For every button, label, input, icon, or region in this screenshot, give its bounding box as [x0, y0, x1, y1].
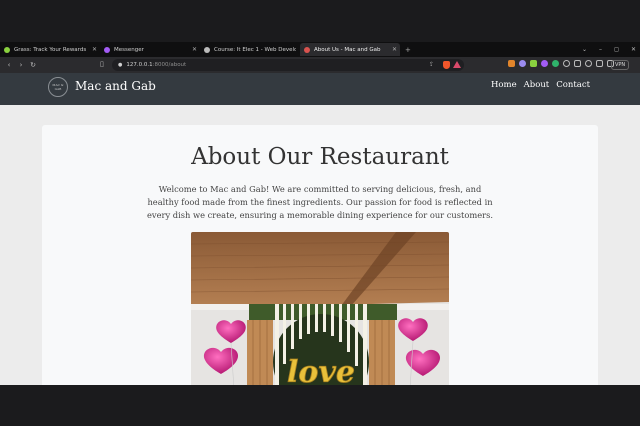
vpn-button[interactable]: VPN	[611, 60, 630, 70]
new-tab-button[interactable]: +	[405, 46, 411, 54]
address-bar[interactable]: ● 127.0.0.1:8000/about ⇪	[112, 59, 464, 71]
nav-link-contact[interactable]: Contact	[556, 80, 590, 90]
restaurant-photo: love	[191, 232, 449, 385]
brave-shields-icon[interactable]	[443, 61, 450, 69]
browser-tab-strip: Grass: Track Your Rewards ✕ Messenger ✕ …	[0, 42, 640, 57]
restaurant-photo-illustration: love	[191, 232, 449, 385]
extension-icon[interactable]	[541, 60, 548, 67]
site-brand[interactable]: Mac and Gab	[75, 79, 156, 93]
extension-icon[interactable]	[552, 60, 559, 67]
share-icon[interactable]: ⇪	[429, 61, 434, 68]
extension-icon[interactable]	[574, 60, 581, 67]
site-info-icon[interactable]: ●	[118, 62, 122, 68]
extension-icon[interactable]	[519, 60, 526, 67]
site-nav-links: Home About Contact	[491, 80, 590, 90]
logo-text: MAC & GAB	[52, 83, 64, 91]
close-tab-icon[interactable]: ✕	[192, 46, 197, 53]
close-tab-icon[interactable]: ✕	[392, 46, 397, 53]
tab-title: Messenger	[114, 46, 144, 53]
grass-extension-icon[interactable]	[530, 60, 537, 67]
extension-icon[interactable]	[563, 60, 570, 67]
tab-messenger[interactable]: Messenger ✕	[100, 43, 200, 56]
page-viewport: MAC & GAB Mac and Gab Home About Contact…	[0, 73, 640, 385]
brave-rewards-icon[interactable]	[453, 61, 461, 68]
page-title: About Our Restaurant	[191, 144, 449, 170]
grass-favicon-icon	[4, 46, 10, 53]
reload-icon[interactable]: ↻	[27, 61, 39, 69]
bottom-dark-band	[0, 385, 640, 426]
love-balloon-text: love	[287, 355, 355, 385]
about-card: About Our Restaurant Welcome to Mac and …	[42, 125, 598, 385]
back-icon[interactable]: ‹	[3, 61, 15, 69]
tab-search-icon[interactable]: ⌄	[582, 46, 587, 53]
extension-icon[interactable]	[585, 60, 592, 67]
course-favicon-icon	[204, 46, 210, 53]
close-window-icon[interactable]: ✕	[631, 46, 636, 53]
tab-title: Grass: Track Your Rewards	[14, 46, 87, 53]
tab-grass[interactable]: Grass: Track Your Rewards ✕	[0, 43, 100, 56]
tab-title: About Us - Mac and Gab	[314, 46, 381, 53]
forward-icon[interactable]: ›	[15, 61, 27, 69]
nav-link-about[interactable]: About	[524, 80, 550, 90]
maximize-icon[interactable]: ◻	[614, 46, 619, 53]
nav-link-home[interactable]: Home	[491, 80, 517, 90]
top-dark-band	[0, 0, 640, 42]
site-favicon-icon	[304, 46, 310, 53]
site-navbar: MAC & GAB Mac and Gab Home About Contact	[0, 73, 640, 105]
minimize-icon[interactable]: –	[599, 46, 602, 53]
extensions-bar	[508, 60, 614, 67]
messenger-favicon-icon	[104, 46, 110, 53]
tab-course[interactable]: Course: It Elec 1 - Web Developme	[200, 43, 300, 56]
sidebar-icon[interactable]	[596, 60, 603, 67]
site-logo[interactable]: MAC & GAB	[48, 77, 68, 97]
browser-toolbar: ‹ › ↻ ▯ ● 127.0.0.1:8000/about ⇪ VPN	[0, 57, 640, 73]
window-controls: ⌄ – ◻ ✕	[582, 42, 636, 57]
bookmark-icon[interactable]: ▯	[100, 60, 104, 68]
metamask-extension-icon[interactable]	[508, 60, 515, 67]
close-tab-icon[interactable]: ✕	[92, 46, 97, 53]
address-host: 127.0.0.1	[126, 62, 153, 68]
address-path: :8000/about	[152, 62, 187, 68]
tab-title: Course: It Elec 1 - Web Developme	[214, 46, 296, 53]
tab-about-us[interactable]: About Us - Mac and Gab ✕	[300, 43, 400, 56]
about-paragraph: Welcome to Mac and Gab! We are committed…	[146, 184, 493, 220]
